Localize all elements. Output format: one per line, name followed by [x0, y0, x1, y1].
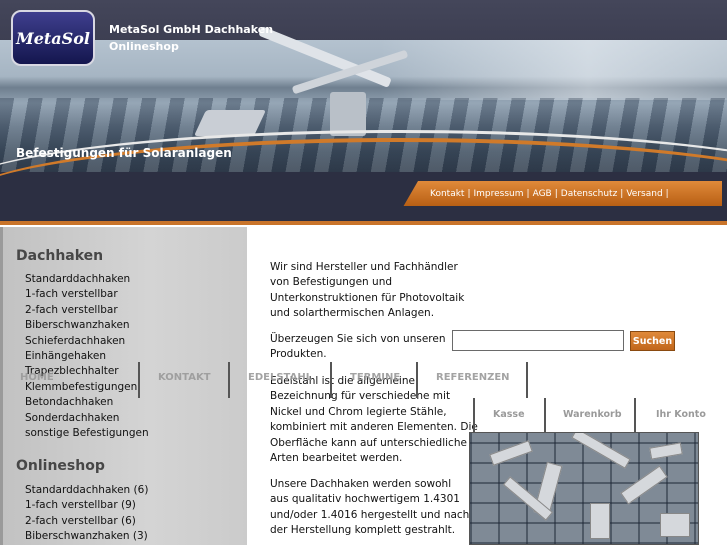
steel-text: Edelstahl ist die allgemeine Bezeichnung… — [270, 375, 478, 465]
sidebar-item[interactable]: Betondachhaken — [25, 395, 149, 410]
sidebar-item[interactable]: Schieferdachhaken — [25, 334, 149, 349]
sidebar-item[interactable]: Klemmbefestigungen — [25, 380, 149, 395]
site-tagline: Befestigungen für Solaranlagen — [16, 146, 232, 160]
sidebar-heading-dachhaken: Dachhaken — [16, 248, 104, 264]
company-name: MetaSol GmbH Dachhaken Onlineshop — [109, 23, 274, 53]
logo-wordmark: MetaSol — [16, 28, 90, 48]
site-logo[interactable]: MetaSol — [11, 10, 95, 66]
main-content: Wir sind Hersteller und Fachhändler von … — [247, 227, 727, 545]
sidebar-item[interactable]: Standarddachhaken — [25, 272, 149, 287]
top-link-kontakt[interactable]: Kontakt — [430, 189, 464, 199]
search-button[interactable]: Suchen — [630, 331, 675, 351]
site-header: MetaSol MetaSol GmbH Dachhaken Onlinesho… — [0, 0, 727, 225]
product-photo — [469, 432, 699, 545]
sidebar-item[interactable]: 1-fach verstellbar — [25, 287, 149, 302]
sidebar-list-onlineshop: Standarddachhaken (6) 1-fach verstellbar… — [25, 483, 148, 545]
sidebar-item[interactable]: Trapezblechhalter — [25, 364, 149, 379]
sidebar-item[interactable]: sonstige Befestigungen — [25, 426, 149, 441]
search-input[interactable] — [452, 330, 624, 351]
sidebar-list-dachhaken: Standarddachhaken 1-fach verstellbar 2-f… — [25, 272, 149, 441]
top-link-versand[interactable]: Versand — [626, 189, 662, 199]
sidebar-item[interactable]: 1-fach verstellbar (9) — [25, 498, 148, 513]
sidebar-heading-onlineshop: Onlineshop — [16, 458, 105, 474]
top-link-agb[interactable]: AGB — [533, 189, 552, 199]
sidebar-item[interactable]: Biberschwanzhaken — [25, 318, 149, 333]
sidebar-item[interactable]: Einhängehaken — [25, 349, 149, 364]
sidebar-item[interactable]: Sonderdachhaken — [25, 411, 149, 426]
top-link-impressum[interactable]: Impressum — [474, 189, 524, 199]
sidebar-item[interactable]: 2-fach verstellbar — [25, 303, 149, 318]
header-divider — [0, 221, 727, 225]
sidebar-item[interactable]: 2-fach verstellbar (6) — [25, 514, 148, 529]
top-link-datenschutz[interactable]: Datenschutz — [561, 189, 618, 199]
sidebar-item[interactable]: Biberschwanzhaken (3) — [25, 529, 148, 544]
sidebar-item[interactable]: Standarddachhaken (6) — [25, 483, 148, 498]
convince-text: Überzeugen Sie sich von unseren Produkte… — [270, 333, 446, 361]
hooks-text: Unsere Dachhaken werden sowohl aus quali… — [270, 478, 470, 537]
intro-text: Wir sind Hersteller und Fachhändler von … — [270, 261, 465, 320]
top-links-bar: Kontakt | Impressum | AGB | Datenschutz | Ve… — [400, 181, 722, 206]
sidebar: Dachhaken Standarddachhaken 1-fach verst… — [0, 227, 247, 545]
